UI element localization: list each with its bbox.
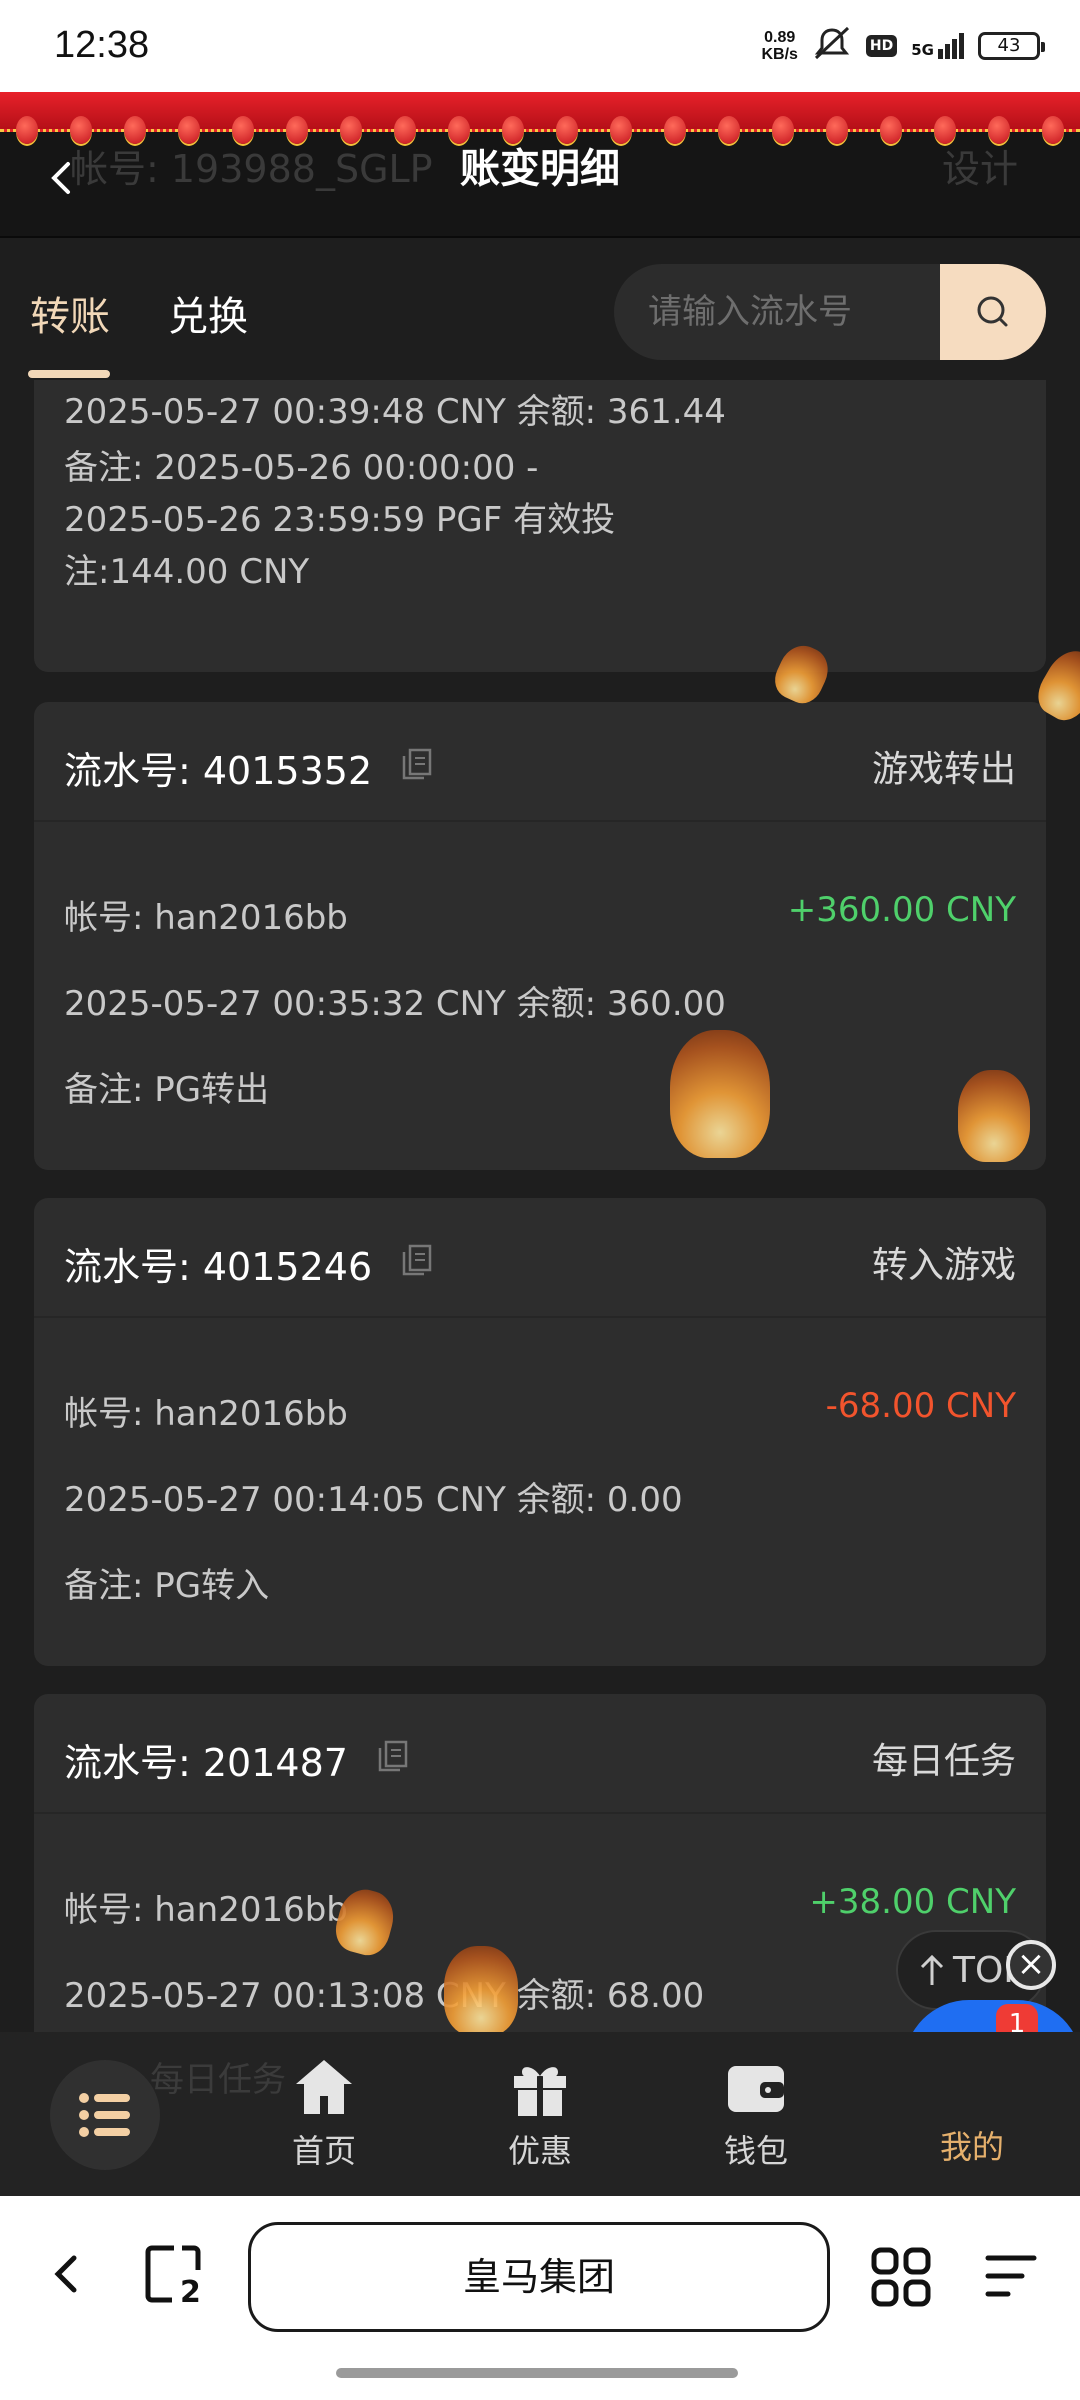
record-amount: -68.00 CNY [825, 1386, 1016, 1426]
record-amount: +360.00 CNY [787, 890, 1016, 930]
browser-tab-count: 2 [180, 2275, 201, 2306]
hd-icon: HD [865, 35, 898, 57]
address-bar[interactable]: 皇马集团 [248, 2222, 830, 2332]
copy-icon[interactable] [376, 1738, 410, 1782]
record-remark: 备注: PG转入 [64, 1566, 270, 1606]
lantern-decoration [670, 1030, 770, 1158]
net-speed-value: 0.89 [764, 29, 796, 46]
browser-apps-button[interactable] [870, 2246, 932, 2312]
tab-bar: 转账 兑换 [0, 240, 1080, 380]
search-box [614, 264, 1046, 360]
record-remark: 备注: 2025-05-26 00:00:00 - [64, 448, 539, 488]
page-header: 帐号: 193988_SGLP 设计 账变明细 [0, 92, 1080, 238]
record-time-balance: 2025-05-27 00:13:08 CNY 余额: 68.00 [64, 1976, 705, 2016]
lantern-decoration [444, 1946, 518, 2032]
record-type: 游戏转出 [871, 749, 1016, 790]
record-card-header: 流水号: 4015352 游戏转出 [34, 702, 1046, 822]
record-serial: 流水号: 4015352 [64, 740, 434, 795]
nav-promotions-label: 优惠 [507, 2132, 572, 2170]
record-type: 转入游戏 [871, 1245, 1016, 1286]
copy-icon[interactable] [400, 1242, 434, 1286]
record-time-balance: 2025-05-27 00:14:05 CNY 余额: 0.00 [64, 1480, 683, 1520]
home-indicator[interactable] [336, 2368, 738, 2378]
record-account: 帐号: han2016bb [64, 1890, 348, 1930]
nav-wallet[interactable]: 钱包 [686, 2056, 826, 2172]
record-serial-text: 流水号: 201487 [64, 1741, 348, 1785]
record-card: 流水号: 4015246 转入游戏 帐号: han2016bb -68.00 C… [34, 1198, 1046, 1666]
record-card-header: 流水号: 201487 每日任务 [34, 1694, 1046, 1814]
record-card: 流水号: 4015352 游戏转出 帐号: han2016bb +360.00 … [34, 702, 1046, 1170]
record-remark: 备注: PG转出 [64, 1070, 270, 1110]
record-remark: 2025-05-26 23:59:59 PGF 有效投 [64, 500, 616, 540]
record-remark: 注:144.00 CNY [64, 552, 310, 592]
lantern-decoration [958, 1070, 1030, 1162]
browser-menu-button[interactable] [984, 2252, 1038, 2306]
tab-indicator [28, 370, 110, 378]
menu-icon [985, 2255, 1037, 2297]
search-icon [977, 296, 1008, 327]
list-icon [79, 2093, 130, 2137]
nav-promotions[interactable]: 优惠 [470, 2056, 610, 2172]
record-list[interactable]: 2025-05-27 00:39:48 CNY 余额: 361.44 备注: 2… [0, 380, 1080, 2032]
bottom-nav: 每日任务 首页 优惠 钱包 我的 [0, 2032, 1080, 2196]
browser-tabs-button[interactable]: 2 [144, 2244, 206, 2310]
network-type: 5G [911, 41, 934, 59]
grid-icon [871, 2247, 931, 2307]
home-icon [296, 2060, 352, 2114]
close-icon[interactable]: × [1006, 1940, 1056, 1990]
tab-transfer[interactable]: 转账 [30, 284, 110, 342]
record-card-header: 流水号: 4015246 转入游戏 [34, 1198, 1046, 1318]
mute-icon [812, 26, 852, 66]
battery-icon: 43 [978, 32, 1045, 60]
status-icons: 0.89 KB/s HD 5G 43 [761, 26, 1045, 66]
nav-profile-label: 我的 [939, 2128, 1004, 2166]
tabs-icon: 2 [145, 2245, 201, 2310]
search-button[interactable] [940, 264, 1046, 360]
nav-home-label: 首页 [291, 2132, 356, 2170]
net-speed: 0.89 KB/s [761, 29, 797, 63]
record-serial-text: 流水号: 4015352 [64, 749, 373, 793]
record-card: 流水号: 201487 每日任务 帐号: han2016bb +38.00 CN… [34, 1694, 1046, 2032]
record-time-balance: 2025-05-27 00:35:32 CNY 余额: 360.00 [64, 984, 726, 1024]
arrow-up-icon [920, 1954, 944, 1985]
tab-exchange[interactable]: 兑换 [168, 284, 248, 342]
record-account: 帐号: han2016bb [64, 1394, 348, 1434]
page-title: 账变明细 [460, 146, 620, 192]
nav-wallet-label: 钱包 [723, 2132, 788, 2170]
search-input[interactable] [614, 264, 940, 360]
record-type: 每日任务 [871, 1741, 1016, 1782]
signal-icon: 5G [911, 33, 964, 59]
copy-icon[interactable] [400, 746, 434, 790]
chevron-left-icon [54, 2255, 77, 2293]
record-serial-text: 流水号: 4015246 [64, 1245, 373, 1289]
record-card-partial: 2025-05-27 00:39:48 CNY 余额: 361.44 备注: 2… [34, 380, 1046, 672]
profile-icon [902, 2056, 1042, 2118]
browser-toolbar: 2 皇马集团 [0, 2196, 1080, 2400]
gift-icon [514, 2067, 566, 2116]
record-serial: 流水号: 201487 [64, 1732, 410, 1787]
menu-button[interactable] [50, 2060, 160, 2170]
net-speed-unit: KB/s [761, 46, 798, 63]
status-time: 12:38 [54, 24, 150, 66]
record-account: 帐号: han2016bb [64, 898, 348, 938]
record-time-balance: 2025-05-27 00:39:48 CNY 余额: 361.44 [64, 392, 726, 432]
status-bar: 12:38 0.89 KB/s HD 5G 43 [0, 0, 1080, 92]
browser-back-button[interactable] [46, 2246, 86, 2306]
record-serial: 流水号: 4015246 [64, 1236, 434, 1291]
record-amount: +38.00 CNY [809, 1882, 1016, 1922]
nav-home[interactable]: 首页 [254, 2056, 394, 2172]
wallet-icon [728, 2066, 784, 2112]
nav-profile[interactable]: 我的 [902, 2056, 1042, 2168]
